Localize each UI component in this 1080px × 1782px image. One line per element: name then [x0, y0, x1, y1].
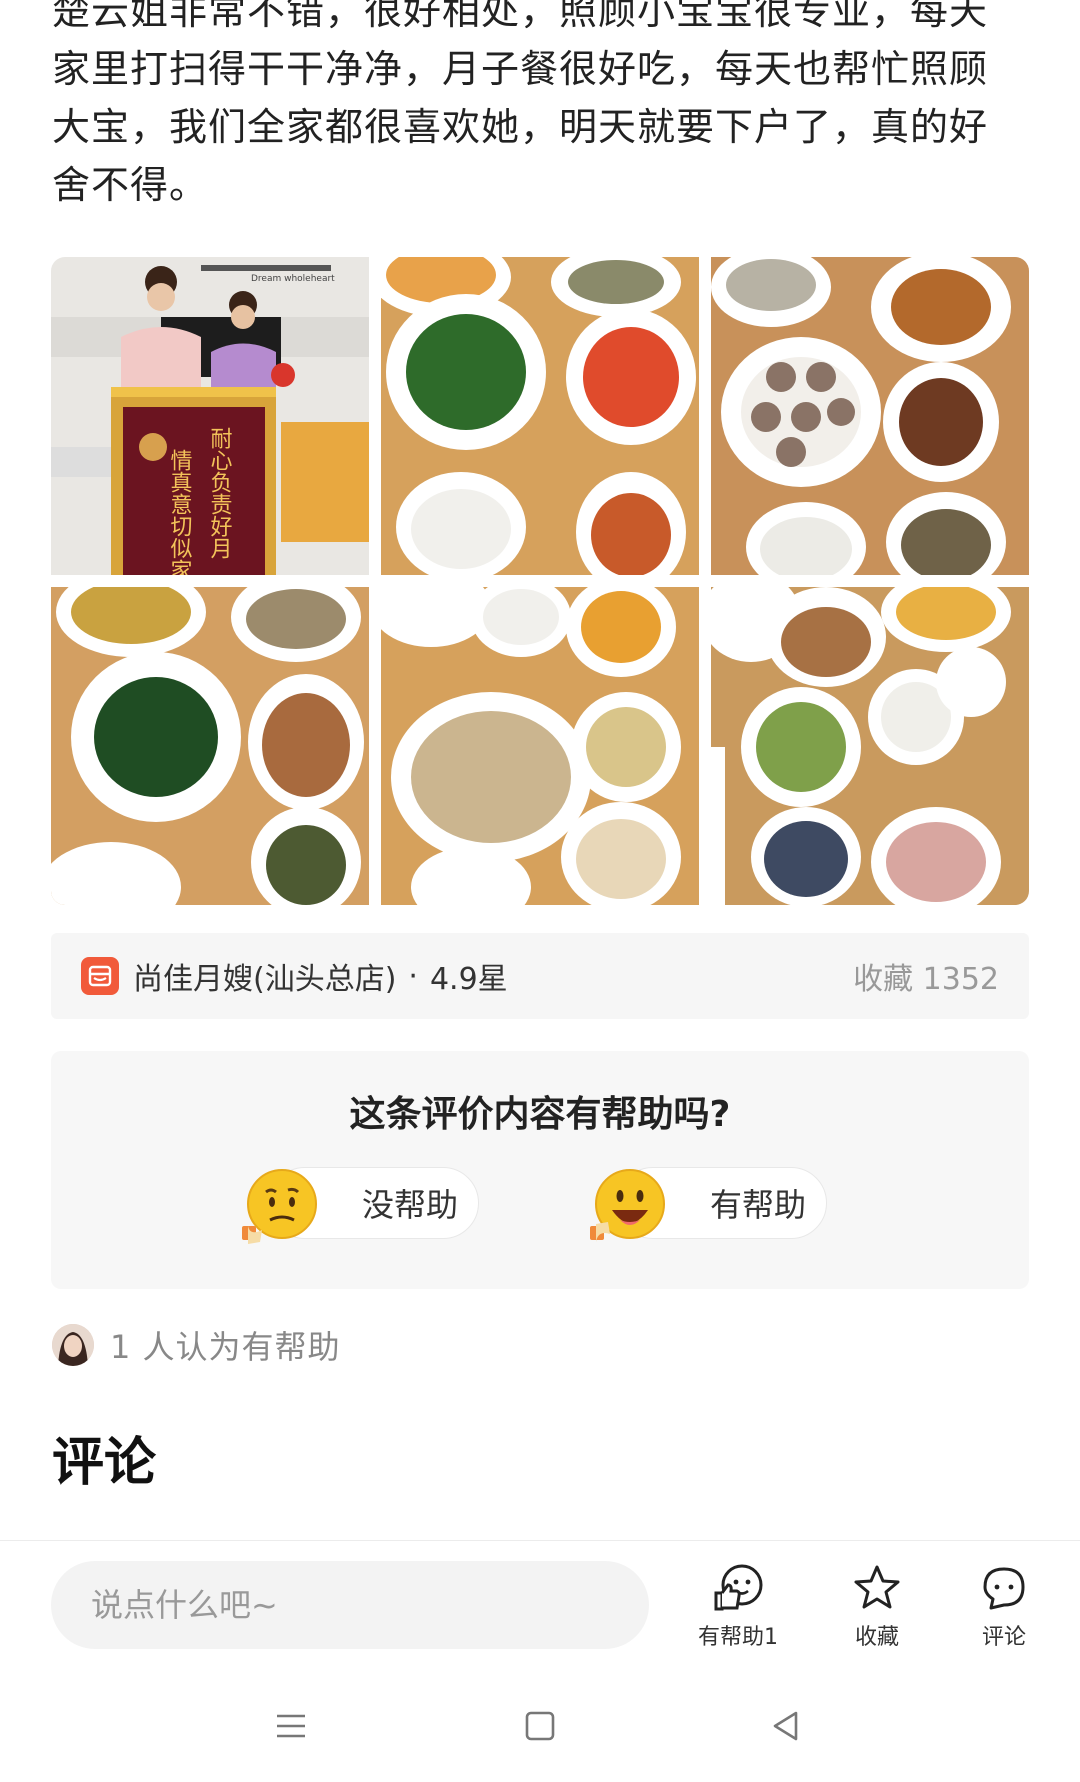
helpful-label: 有帮助 [710, 1186, 807, 1224]
bottom-action-bar: 有帮助1 收藏 评论 [0, 1540, 1080, 1671]
system-nav-bar [0, 1670, 1080, 1782]
photo-grid: Dream wholeheart 情真意切似家 耐心负责好月 [51, 257, 1029, 905]
banner-left-text: 情真意切似家 [167, 449, 193, 575]
star-icon [854, 1565, 900, 1609]
photo-meal-5[interactable] [711, 587, 1029, 905]
banner-right-text: 耐心负责好月 [207, 427, 233, 559]
shop-rating: 4.9星 [429, 962, 508, 997]
avatar [52, 1324, 94, 1366]
not-helpful-button[interactable]: 没帮助 [242, 1167, 479, 1244]
shop-favorites: 收藏 1352 [853, 962, 999, 997]
favorite-action-button[interactable]: 收藏 [822, 1563, 932, 1651]
comment-action-button[interactable]: 评论 [949, 1563, 1059, 1651]
shop-name: 尚佳月嫂(汕头总店) [133, 962, 397, 997]
shop-separator: · [408, 958, 418, 994]
menu-icon[interactable] [273, 1708, 309, 1744]
comment-bubble-icon [983, 1567, 1025, 1610]
back-icon[interactable] [768, 1708, 804, 1744]
photo-banner-nanny[interactable]: Dream wholeheart 情真意切似家 耐心负责好月 [51, 257, 369, 575]
helpful-button[interactable]: 有帮助 [590, 1167, 827, 1242]
confused-face-icon [242, 1169, 317, 1244]
home-icon[interactable] [522, 1708, 558, 1744]
photo-meal-3[interactable] [51, 587, 369, 905]
wall-text: Dream wholeheart [251, 274, 335, 284]
helpful-prompt-card: 这条评价内容有帮助吗? 没帮助 有帮助 [51, 1051, 1029, 1289]
thumbs-up-face-icon [714, 1564, 763, 1611]
favorite-action-label: 收藏 [854, 1625, 899, 1650]
shop-icon [81, 957, 119, 995]
comment-action-label: 评论 [981, 1625, 1026, 1650]
not-helpful-label: 没帮助 [362, 1186, 459, 1224]
helpful-action-button[interactable]: 有帮助1 [683, 1563, 793, 1651]
comment-input[interactable] [51, 1561, 649, 1649]
shop-bar[interactable]: 尚佳月嫂(汕头总店) · 4.9星 收藏 1352 [51, 933, 1029, 1019]
helpful-count-text: 1 人认为有帮助 [110, 1328, 341, 1366]
happy-face-icon [590, 1169, 665, 1242]
review-text: 楚云姐非常不错，很好相处，照顾小宝宝很专业，每天家里打扫得干干净净，月子餐很好吃… [52, 0, 989, 207]
photo-meal-2[interactable] [711, 257, 1029, 575]
helpful-question: 这条评价内容有帮助吗? [349, 1094, 731, 1135]
comments-title: 评论 [52, 1433, 157, 1493]
helpful-count[interactable]: 1 人认为有帮助 [52, 1322, 341, 1368]
helpful-action-label: 有帮助1 [698, 1625, 778, 1650]
photo-meal-1[interactable] [381, 257, 699, 575]
photo-meal-4[interactable] [381, 587, 699, 905]
